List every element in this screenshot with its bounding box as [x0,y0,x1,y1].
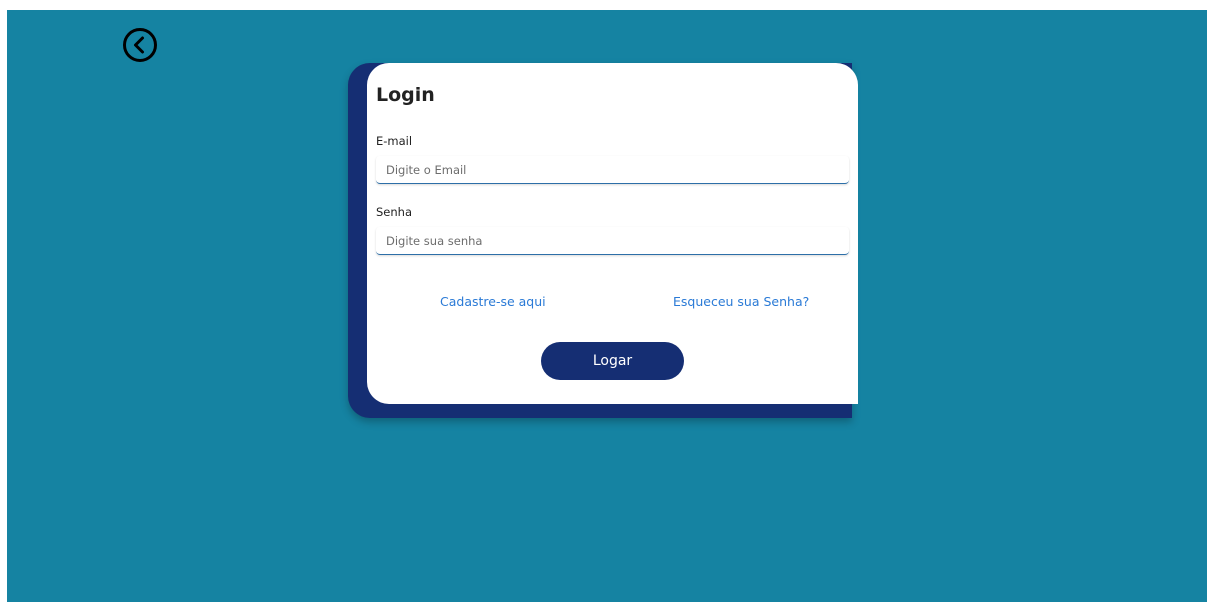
password-field[interactable] [376,227,849,255]
password-label: Senha [376,205,412,219]
page-background: Login E-mail Senha Cadastre-se aqui Esqu… [7,10,1207,602]
forgot-password-link[interactable]: Esqueceu sua Senha? [673,294,809,309]
email-field[interactable] [376,156,849,184]
chevron-left-circle-icon [123,28,157,62]
login-title: Login [376,84,435,106]
register-link[interactable]: Cadastre-se aqui [440,294,546,309]
back-button[interactable] [122,27,158,63]
email-label: E-mail [376,134,413,148]
login-card: Login E-mail Senha Cadastre-se aqui Esqu… [367,63,858,404]
login-button[interactable]: Logar [541,342,684,380]
